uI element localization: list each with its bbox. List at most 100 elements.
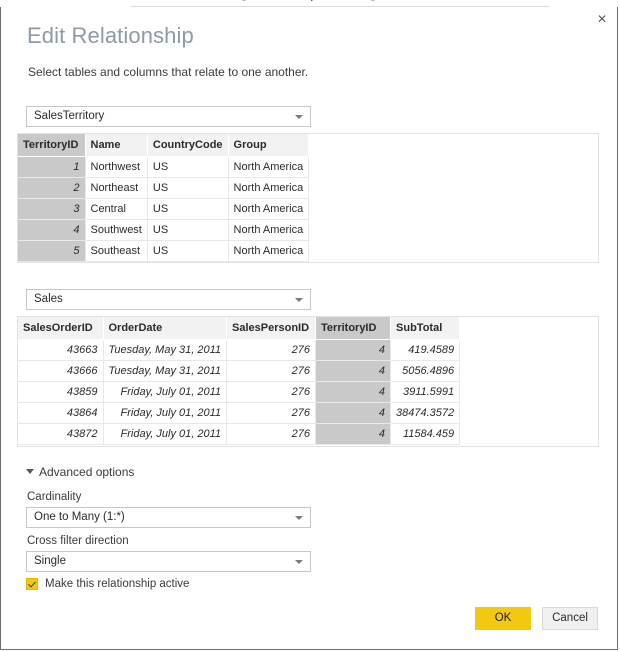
table-cell: 43663 xyxy=(18,339,104,361)
table-row[interactable]: 4 Southwest US North America xyxy=(18,219,310,241)
table-cell: US xyxy=(147,219,229,241)
background-ribbon: View Modeling Relationships Manage Colum… xyxy=(0,0,620,7)
table-cell: Friday, July 01, 2011 xyxy=(103,402,228,424)
cancel-button[interactable]: Cancel xyxy=(542,607,598,630)
table-cell: 4 xyxy=(315,423,392,445)
table-preview-primary[interactable]: TerritoryID Name CountryCode Group 1 Northwes… xyxy=(17,133,599,263)
cardinality-select[interactable]: One to Many (1:*) xyxy=(26,507,311,528)
table-row[interactable]: 43666 Tuesday, May 31, 2011 276 4 5056.4896 xyxy=(18,360,461,382)
table-cell: 3 xyxy=(18,198,86,220)
table-cell: Tuesday, May 31, 2011 xyxy=(103,339,228,361)
column-header[interactable]: CountryCode xyxy=(147,134,229,157)
table-cell: 276 xyxy=(226,360,317,382)
table-select-related[interactable]: Sales xyxy=(26,289,311,310)
make-active-checkbox-row[interactable]: Make this relationship active xyxy=(26,575,189,591)
table-cell: 2 xyxy=(18,177,86,199)
table-cell: Northwest xyxy=(85,156,148,178)
chevron-down-icon xyxy=(295,516,303,520)
table-cell: 11584.459 xyxy=(390,423,461,445)
close-icon[interactable]: ✕ xyxy=(591,9,613,29)
table-cell: 4 xyxy=(315,339,392,361)
data-grid-related: SalesOrderID OrderDate SalesPersonID Territ… xyxy=(18,317,461,445)
table-select-related-value: Sales xyxy=(34,293,63,305)
table-cell: 276 xyxy=(226,423,317,445)
table-cell: US xyxy=(147,240,229,262)
table-cell: 276 xyxy=(226,381,317,403)
ribbon-tab-manage-columns[interactable]: Manage Columns xyxy=(348,0,419,1)
make-active-checkbox-label: Make this relationship active xyxy=(45,577,190,590)
table-cell: North America xyxy=(228,240,310,262)
table-row[interactable]: 5 Southeast US North America xyxy=(18,240,310,262)
cardinality-value: One to Many (1:*) xyxy=(34,511,125,523)
table-cell: 43872 xyxy=(18,423,104,445)
table-select-primary[interactable]: SalesTerritory xyxy=(26,106,311,127)
table-cell: 276 xyxy=(226,402,317,424)
table-cell: 4 xyxy=(315,360,392,382)
table-cell: 3911.5991 xyxy=(390,381,461,403)
cross-filter-value: Single xyxy=(34,555,66,567)
table-row[interactable]: 43663 Tuesday, May 31, 2011 276 4 419.4589 xyxy=(18,339,461,361)
chevron-down-icon xyxy=(295,560,303,564)
caret-expanded-icon xyxy=(26,469,34,475)
ribbon-tab-relationships[interactable]: Relationships xyxy=(262,0,321,1)
chevron-down-icon xyxy=(295,298,303,302)
table-select-primary-value: SalesTerritory xyxy=(34,110,105,122)
table-row[interactable]: 2 Northeast US North America xyxy=(18,177,310,199)
column-header[interactable]: Group xyxy=(228,134,310,157)
data-grid-primary: TerritoryID Name CountryCode Group 1 Northwes… xyxy=(18,134,310,262)
column-header[interactable]: SubTotal xyxy=(390,317,461,340)
table-cell: Southwest xyxy=(85,219,148,241)
table-header-row: TerritoryID Name CountryCode Group xyxy=(18,134,310,157)
table-cell: North America xyxy=(228,156,310,178)
checkmark-icon[interactable] xyxy=(26,577,38,590)
table-cell: US xyxy=(147,156,229,178)
table-cell: 43859 xyxy=(18,381,104,403)
table-cell: North America xyxy=(228,177,310,199)
column-header[interactable]: SalesOrderID xyxy=(18,317,104,340)
table-cell: 5 xyxy=(18,240,86,262)
ok-button[interactable]: OK xyxy=(475,607,531,630)
table-cell: Friday, July 01, 2011 xyxy=(103,423,228,445)
table-cell: 43864 xyxy=(18,402,104,424)
cardinality-label: Cardinality xyxy=(27,491,82,503)
table-cell: 4 xyxy=(315,381,392,403)
table-cell: Friday, July 01, 2011 xyxy=(103,381,228,403)
table-cell: 4 xyxy=(18,219,86,241)
column-header[interactable]: OrderDate xyxy=(103,317,228,340)
table-cell: 276 xyxy=(226,339,317,361)
table-row[interactable]: 1 Northwest US North America xyxy=(18,156,310,178)
chevron-down-icon xyxy=(295,115,303,119)
ribbon-tab-modeling[interactable]: Modeling xyxy=(210,0,247,1)
table-preview-related[interactable]: SalesOrderID OrderDate SalesPersonID Territ… xyxy=(17,316,599,447)
table-cell: 43666 xyxy=(18,360,104,382)
table-cell: North America xyxy=(228,198,310,220)
cross-filter-select[interactable]: Single xyxy=(26,551,311,572)
column-header[interactable]: SalesPersonID xyxy=(226,317,317,340)
table-cell: 419.4589 xyxy=(390,339,461,361)
dialog-subtitle: Select tables and columns that relate to… xyxy=(28,65,309,79)
table-cell: 1 xyxy=(18,156,86,178)
table-cell: 4 xyxy=(315,402,392,424)
table-cell: US xyxy=(147,177,229,199)
table-row[interactable]: 43872 Friday, July 01, 2011 276 4 11584.459 xyxy=(18,423,461,445)
table-row[interactable]: 3 Central US North America xyxy=(18,198,310,220)
advanced-options-label: Advanced options xyxy=(39,465,135,479)
table-cell: Tuesday, May 31, 2011 xyxy=(103,360,228,382)
table-cell: 5056.4896 xyxy=(390,360,461,382)
table-cell: Southeast xyxy=(85,240,148,262)
column-header[interactable]: Name xyxy=(85,134,148,157)
table-header-row: SalesOrderID OrderDate SalesPersonID Territ… xyxy=(18,317,461,340)
column-header[interactable]: TerritoryID xyxy=(18,134,86,157)
cross-filter-label: Cross filter direction xyxy=(27,535,129,547)
page-title: Edit Relationship xyxy=(27,23,194,48)
table-row[interactable]: 43859 Friday, July 01, 2011 276 4 3911.5991 xyxy=(18,381,461,403)
column-header[interactable]: TerritoryID xyxy=(315,317,392,340)
table-cell: US xyxy=(147,198,229,220)
table-cell: Central xyxy=(85,198,148,220)
table-row[interactable]: 43864 Friday, July 01, 2011 276 4 38474.3572 xyxy=(18,402,461,424)
table-cell: North America xyxy=(228,219,310,241)
advanced-options-toggle[interactable]: Advanced options xyxy=(26,465,134,479)
ribbon-tab-view[interactable]: View xyxy=(168,0,187,1)
table-cell: 38474.3572 xyxy=(390,402,461,424)
edit-relationship-dialog: ✕ Edit Relationship Select tables and co… xyxy=(0,7,618,650)
